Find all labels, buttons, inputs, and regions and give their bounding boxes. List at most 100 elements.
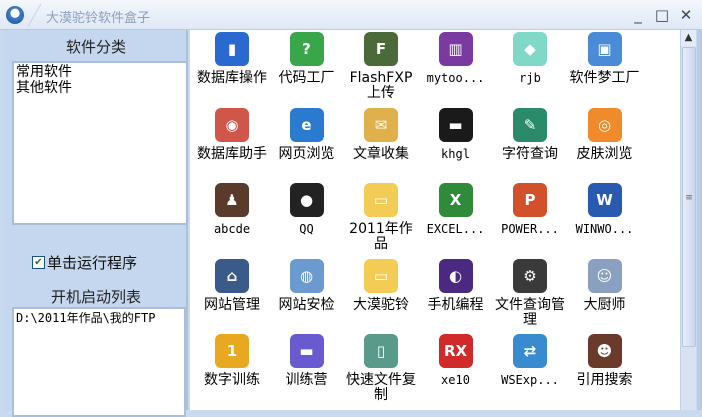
software-item[interactable]: ▮ 数据库操作 <box>194 32 270 86</box>
software-item-label: 皮肤浏览 <box>576 145 633 162</box>
software-item[interactable]: ⇄ WSExp... <box>492 334 568 388</box>
software-item-label: POWER... <box>501 222 559 236</box>
software-item[interactable]: P POWER... <box>492 183 568 237</box>
category-item[interactable]: 常用软件 <box>16 64 184 80</box>
window-border <box>697 30 702 410</box>
software-item-label: WSExp... <box>501 373 559 387</box>
network-icon[interactable]: ▣ <box>587 32 622 66</box>
title-divider <box>27 4 42 26</box>
category-header: 软件分类 <box>65 38 126 56</box>
software-item[interactable]: ☺ 大厨师 <box>567 258 643 313</box>
powerpoint-icon[interactable]: P <box>513 183 547 217</box>
software-item-label: 引用搜索 <box>576 372 633 388</box>
software-item[interactable]: ● QQ <box>269 183 345 237</box>
copy-icon[interactable]: ▯ <box>364 334 398 368</box>
maximize-button[interactable]: □ <box>652 5 672 25</box>
software-item[interactable]: ▯ 快速文件复制 <box>343 334 419 403</box>
window-title: 大漠驼铃软件盒子 <box>46 11 151 26</box>
title-bar: 大漠驼铃软件盒子 _ □ ✕ <box>0 0 702 30</box>
software-item[interactable]: ▭ 大漠驼铃 <box>343 258 419 313</box>
software-item-label: 数字训练 <box>204 372 260 388</box>
software-item-label: 大厨师 <box>583 296 626 313</box>
books-icon[interactable]: ▥ <box>438 32 473 66</box>
checkbox-label: 单击运行程序 <box>47 254 138 272</box>
software-item[interactable]: ▥ mytoo... <box>418 32 494 86</box>
software-item[interactable]: ◎ 皮肤浏览 <box>567 107 643 162</box>
software-item[interactable]: ▬ 训练营 <box>269 334 345 388</box>
app-logo-icon[interactable] <box>6 6 24 24</box>
chart-icon[interactable]: ▮ <box>215 32 249 66</box>
software-item[interactable]: ◍ 网站安检 <box>269 258 345 313</box>
excel-icon[interactable]: X <box>438 183 473 217</box>
software-item[interactable]: ✎ 字符查询 <box>492 107 568 162</box>
scroll-thumb[interactable]: ≡ <box>682 47 696 347</box>
software-item-label: 2011年作品 <box>349 221 413 252</box>
book-icon[interactable]: ✉ <box>364 107 398 142</box>
database-icon[interactable]: ◉ <box>215 107 249 142</box>
startup-item[interactable]: D:\2011年作品\我的FTP <box>16 310 182 326</box>
software-item[interactable]: ▭ 2011年作品 <box>343 183 419 252</box>
folder-icon[interactable]: ▭ <box>364 183 398 217</box>
scroll-up-button[interactable]: ▲ <box>681 30 696 46</box>
qq-icon[interactable]: ● <box>289 183 324 217</box>
globe-icon[interactable]: ◍ <box>289 258 324 293</box>
software-item-label: 文件查询管理 <box>495 296 565 328</box>
startup-list[interactable]: D:\2011年作品\我的FTP <box>12 307 186 417</box>
car-icon[interactable]: ▬ <box>289 334 324 368</box>
person-icon[interactable]: ♟ <box>215 183 249 217</box>
software-item-label: xe10 <box>441 373 470 387</box>
software-item-label: 软件梦工厂 <box>569 70 640 86</box>
software-item[interactable]: ▬ khgl <box>418 107 494 162</box>
sidebar: 软件分类 常用软件 其他软件 ✔ 单击运行程序 开机启动列表 D:\2011年作… <box>4 30 188 417</box>
flashfxp-icon[interactable]: F <box>364 32 398 66</box>
search-file-icon[interactable]: ⚙ <box>513 258 547 293</box>
software-item-label: khgl <box>441 146 470 161</box>
software-item-label: EXCEL... <box>426 222 485 236</box>
category-item[interactable]: 其他软件 <box>16 80 184 96</box>
word-icon[interactable]: W <box>587 183 622 217</box>
minimize-button[interactable]: _ <box>628 5 648 25</box>
character-icon[interactable]: ✎ <box>513 107 547 142</box>
software-item[interactable]: ◐ 手机编程 <box>418 258 494 313</box>
software-item-label: 字符查询 <box>502 145 558 162</box>
network-transfer-icon[interactable]: ⇄ <box>513 334 547 368</box>
software-item-label: 数据库操作 <box>197 70 267 86</box>
software-item-label: FlashFXP上传 <box>349 70 413 101</box>
checkbox-check-icon[interactable]: ✔ <box>32 256 45 269</box>
software-item[interactable]: 1 数字训练 <box>194 334 270 388</box>
software-item[interactable]: RX xe10 <box>418 334 494 388</box>
software-item[interactable]: ✉ 文章收集 <box>343 107 419 162</box>
software-item[interactable]: F FlashFXP上传 <box>343 32 419 101</box>
browser-icon[interactable]: e <box>289 107 324 142</box>
close-button[interactable]: ✕ <box>676 5 696 25</box>
software-item[interactable]: ◆ rjb <box>492 32 568 86</box>
rx-icon[interactable]: RX <box>438 334 473 368</box>
eclipse-icon[interactable]: ◐ <box>438 258 473 293</box>
software-item[interactable]: W WINWO... <box>567 183 643 237</box>
software-item[interactable]: ⌂ 网站管理 <box>194 258 270 313</box>
category-list[interactable]: 常用软件 其他软件 <box>12 61 188 225</box>
car-icon[interactable]: ▬ <box>438 107 473 142</box>
software-item[interactable]: X EXCEL... <box>418 183 494 237</box>
skin-icon[interactable]: ◎ <box>587 107 622 142</box>
software-item[interactable]: ? 代码工厂 <box>269 32 345 86</box>
software-item[interactable]: ⚙ 文件查询管理 <box>492 258 568 328</box>
chef-icon[interactable]: ☺ <box>587 258 622 293</box>
software-item[interactable]: ▣ 软件梦工厂 <box>567 32 643 86</box>
software-item[interactable]: ☻ 引用搜索 <box>567 334 643 388</box>
software-item-label: abcde <box>213 222 251 236</box>
software-item[interactable]: ♟ abcde <box>194 183 270 237</box>
software-item[interactable]: ◉ 数据库助手 <box>194 107 270 162</box>
folder-icon[interactable]: ◆ <box>513 32 547 66</box>
software-item-label: 训练营 <box>285 372 328 388</box>
medal-icon[interactable]: 1 <box>215 334 249 368</box>
website-icon[interactable]: ⌂ <box>215 258 249 293</box>
single-click-run-checkbox[interactable]: ✔ 单击运行程序 <box>32 252 137 273</box>
folder-icon[interactable]: ▭ <box>364 258 398 293</box>
software-item[interactable]: e 网页浏览 <box>269 107 345 162</box>
software-item-label: 文章收集 <box>353 145 409 162</box>
portrait-icon[interactable]: ☻ <box>587 334 622 368</box>
help-book-icon[interactable]: ? <box>289 32 324 66</box>
vertical-scrollbar[interactable]: ▲ ≡ <box>680 30 696 410</box>
software-item-label: QQ <box>299 222 314 236</box>
